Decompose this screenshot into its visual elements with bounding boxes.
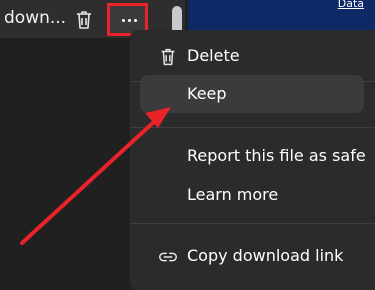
menu-item-keep[interactable]: Keep	[140, 75, 364, 113]
menu-item-label: Keep	[187, 84, 227, 103]
download-filename: down...	[4, 8, 67, 28]
menu-divider	[130, 223, 375, 224]
menu-item-label: Report this file as safe	[187, 146, 366, 165]
menu-item-report-safe[interactable]: Report this file as safe	[140, 137, 366, 175]
menu-item-label: Learn more	[187, 185, 279, 204]
menu-item-delete[interactable]: Delete	[140, 37, 364, 75]
trash-icon	[161, 48, 175, 66]
delete-download-button[interactable]	[72, 8, 96, 32]
page-header-strip: Data	[188, 0, 375, 30]
link-icon	[159, 252, 177, 262]
download-context-menu: Delete Keep Report this file as safe Lea…	[130, 30, 375, 290]
trash-icon	[77, 11, 91, 29]
menu-item-copy-link[interactable]: Copy download link	[140, 237, 364, 275]
data-link[interactable]: Data	[338, 0, 364, 10]
menu-item-label: Delete	[187, 46, 240, 65]
menu-item-learn-more[interactable]: Learn more	[140, 176, 364, 214]
menu-divider	[130, 127, 375, 128]
menu-item-label: Copy download link	[187, 246, 344, 265]
